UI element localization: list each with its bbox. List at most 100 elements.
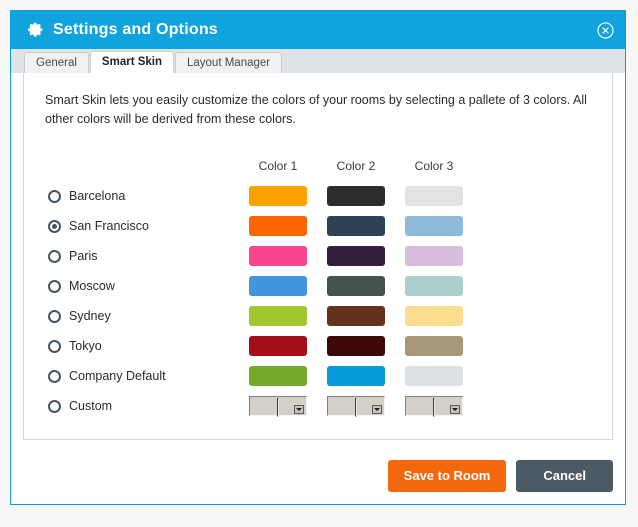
column-header-color-2: Color 2 — [317, 159, 395, 181]
color-swatch-3[interactable] — [405, 186, 463, 206]
dialog-title-bar: Settings and Options — [11, 11, 625, 49]
dialog-footer: Save to Room Cancel — [11, 450, 625, 504]
radio-button[interactable] — [48, 220, 61, 233]
radio-option-san-francisco[interactable]: San Francisco — [44, 219, 239, 233]
radio-option-moscow[interactable]: Moscow — [44, 279, 239, 293]
column-header-color-1: Color 1 — [239, 159, 317, 181]
radio-option-custom[interactable]: Custom — [44, 399, 239, 413]
table-row: Tokyo — [44, 331, 473, 361]
radio-button[interactable] — [48, 370, 61, 383]
color-cell — [239, 391, 317, 421]
theme-name: Moscow — [69, 279, 115, 293]
color-cell — [395, 391, 473, 421]
color-swatch-1[interactable] — [249, 276, 307, 296]
table-row: Barcelona — [44, 181, 473, 211]
color-cell — [317, 241, 395, 271]
cancel-button[interactable]: Cancel — [516, 460, 613, 492]
palette-table: Color 1 Color 2 Color 3 Barcelona San Fra… — [44, 159, 473, 421]
custom-color-picker-3[interactable] — [405, 396, 463, 416]
radio-button[interactable] — [48, 190, 61, 203]
color-cell — [395, 181, 473, 211]
color-cell — [317, 301, 395, 331]
radio-option-sydney[interactable]: Sydney — [44, 309, 239, 323]
color-swatch-2[interactable] — [327, 366, 385, 386]
color-cell — [239, 241, 317, 271]
table-header-row: Color 1 Color 2 Color 3 — [44, 159, 473, 181]
color-cell — [239, 271, 317, 301]
picker-color-preview — [355, 398, 357, 417]
gear-icon — [25, 21, 44, 40]
color-cell — [395, 331, 473, 361]
color-swatch-1[interactable] — [249, 336, 307, 356]
color-swatch-3[interactable] — [405, 216, 463, 236]
color-cell — [395, 271, 473, 301]
color-swatch-2[interactable] — [327, 306, 385, 326]
color-swatch-1[interactable] — [249, 246, 307, 266]
table-row: Paris — [44, 241, 473, 271]
color-swatch-1[interactable] — [249, 186, 307, 206]
color-swatch-3[interactable] — [405, 276, 463, 296]
radio-option-tokyo[interactable]: Tokyo — [44, 339, 239, 353]
chevron-down-icon[interactable] — [450, 405, 460, 414]
color-cell — [395, 211, 473, 241]
theme-name: Sydney — [69, 309, 111, 323]
color-swatch-3[interactable] — [405, 336, 463, 356]
theme-label-cell: Barcelona — [44, 181, 239, 211]
theme-label-cell: Sydney — [44, 301, 239, 331]
color-cell — [317, 211, 395, 241]
picker-color-preview — [277, 398, 279, 417]
panel-description: Smart Skin lets you easily customize the… — [45, 91, 590, 129]
table-row: Moscow — [44, 271, 473, 301]
tab-general[interactable]: General — [24, 52, 89, 74]
radio-button[interactable] — [48, 280, 61, 293]
color-swatch-2[interactable] — [327, 246, 385, 266]
color-swatch-3[interactable] — [405, 306, 463, 326]
color-swatch-1[interactable] — [249, 366, 307, 386]
theme-label-cell: Paris — [44, 241, 239, 271]
radio-option-barcelona[interactable]: Barcelona — [44, 189, 239, 203]
smart-skin-panel: Smart Skin lets you easily customize the… — [23, 73, 613, 440]
chevron-down-icon[interactable] — [372, 405, 382, 414]
color-swatch-2[interactable] — [327, 336, 385, 356]
color-cell — [239, 301, 317, 331]
color-swatch-1[interactable] — [249, 306, 307, 326]
theme-name: Barcelona — [69, 189, 125, 203]
custom-color-picker-2[interactable] — [327, 396, 385, 416]
theme-name: Paris — [69, 249, 97, 263]
theme-label-cell: Company Default — [44, 361, 239, 391]
color-cell — [395, 241, 473, 271]
chevron-down-icon[interactable] — [294, 405, 304, 414]
table-row: San Francisco — [44, 211, 473, 241]
custom-color-picker-1[interactable] — [249, 396, 307, 416]
color-swatch-3[interactable] — [405, 366, 463, 386]
palette-rows: Barcelona San Francisco Paris Moscow Sydney T… — [44, 181, 473, 421]
column-header-color-3: Color 3 — [395, 159, 473, 181]
theme-name: Tokyo — [69, 339, 102, 353]
close-circle-icon[interactable] — [596, 21, 615, 40]
color-swatch-2[interactable] — [327, 276, 385, 296]
radio-button[interactable] — [48, 340, 61, 353]
save-to-room-button[interactable]: Save to Room — [388, 460, 507, 492]
page-title: Settings and Options — [53, 21, 596, 39]
color-cell — [395, 301, 473, 331]
table-row: Sydney — [44, 301, 473, 331]
color-cell — [239, 181, 317, 211]
theme-name: San Francisco — [69, 219, 149, 233]
tab-smart-skin[interactable]: Smart Skin — [90, 51, 174, 74]
tab-layout-manager[interactable]: Layout Manager — [175, 52, 282, 74]
theme-label-cell: San Francisco — [44, 211, 239, 241]
radio-option-company-default[interactable]: Company Default — [44, 369, 239, 383]
theme-label-cell: Custom — [44, 391, 239, 421]
radio-button[interactable] — [48, 310, 61, 323]
radio-button[interactable] — [48, 400, 61, 413]
color-swatch-1[interactable] — [249, 216, 307, 236]
color-swatch-2[interactable] — [327, 186, 385, 206]
color-swatch-3[interactable] — [405, 246, 463, 266]
color-cell — [317, 361, 395, 391]
color-cell — [239, 331, 317, 361]
radio-button[interactable] — [48, 250, 61, 263]
theme-name: Custom — [69, 399, 112, 413]
color-swatch-2[interactable] — [327, 216, 385, 236]
radio-option-paris[interactable]: Paris — [44, 249, 239, 263]
color-cell — [317, 181, 395, 211]
